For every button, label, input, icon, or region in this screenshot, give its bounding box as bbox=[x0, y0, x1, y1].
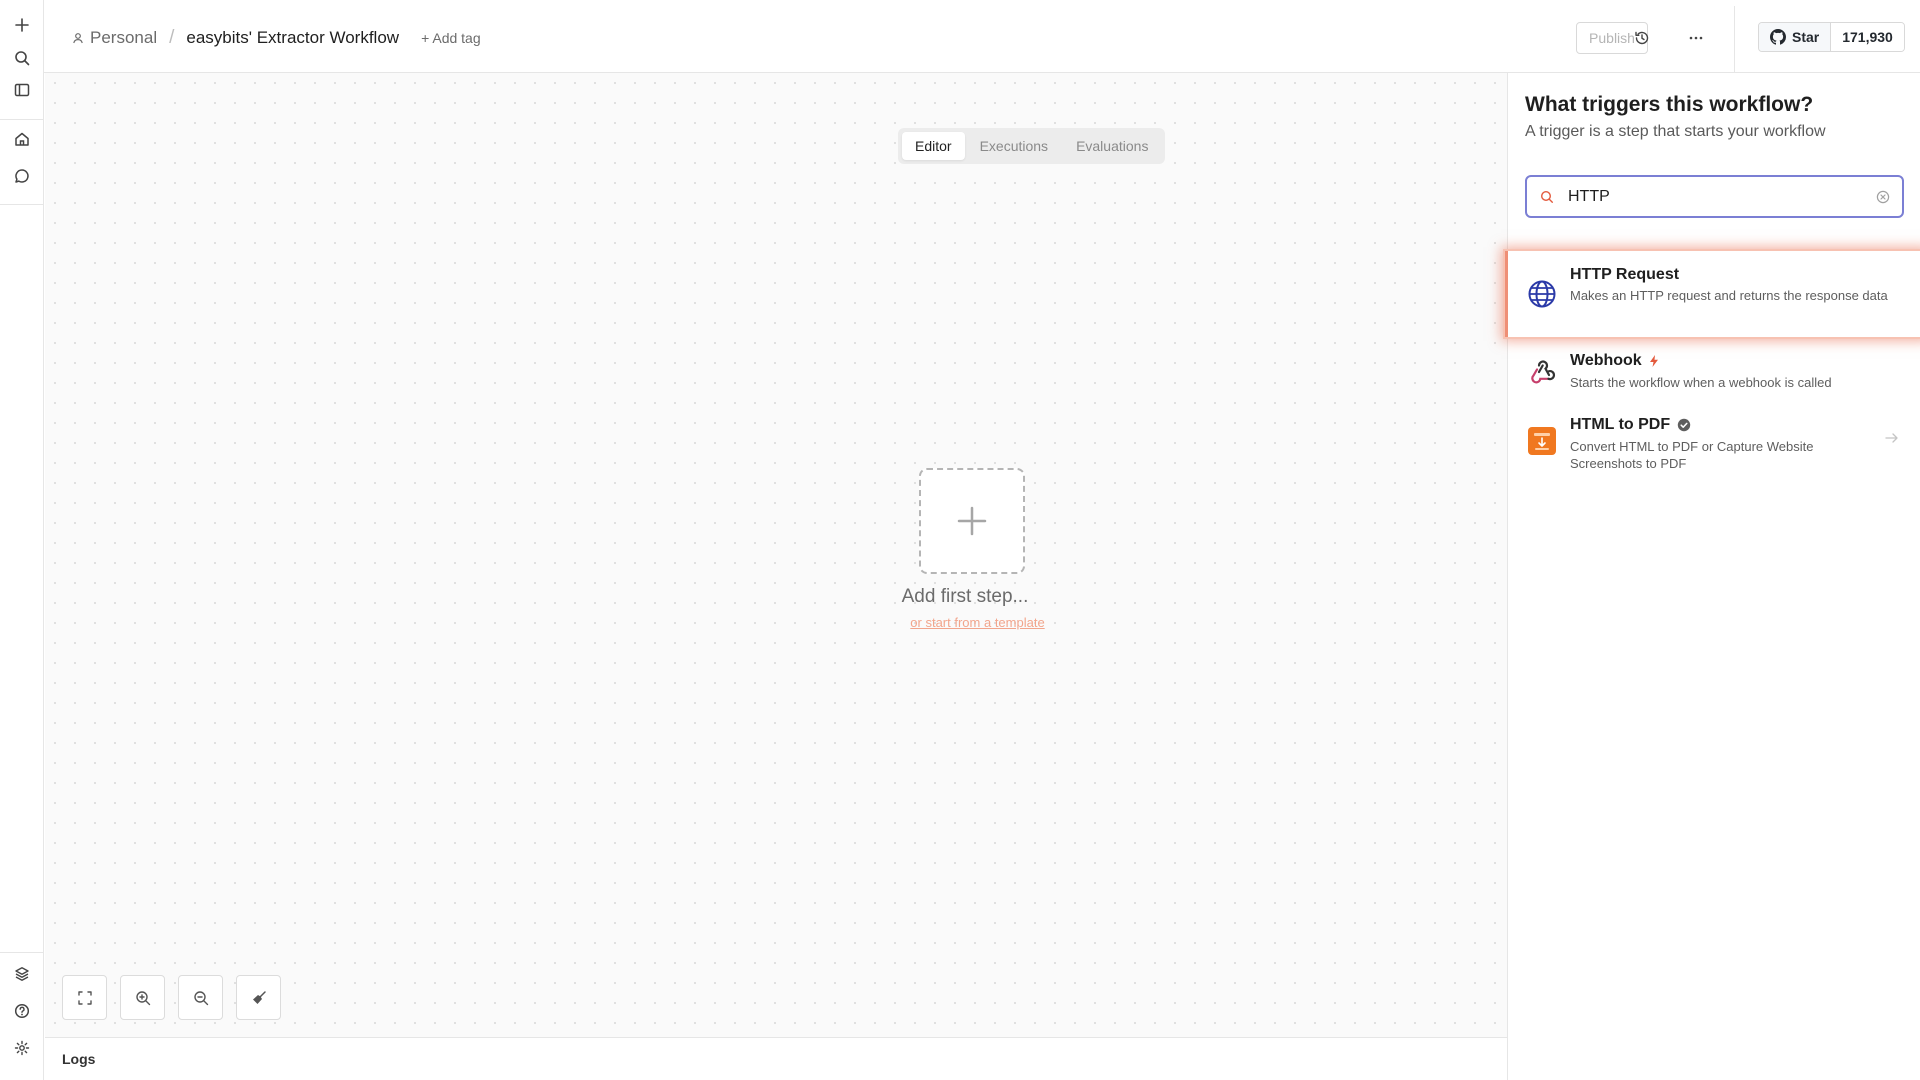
broom-icon bbox=[252, 990, 266, 1004]
node-creator-panel: What triggers this workflow? A trigger i… bbox=[1505, 73, 1920, 1080]
rail-divider bbox=[0, 119, 44, 120]
chat-icon[interactable] bbox=[10, 164, 34, 188]
breadcrumb-separator: / bbox=[169, 27, 175, 48]
tab-editor[interactable]: Editor bbox=[902, 132, 965, 160]
trigger-search-box bbox=[1525, 175, 1904, 218]
rail-divider bbox=[0, 204, 44, 205]
panel-subtitle: A trigger is a step that starts your wor… bbox=[1525, 123, 1826, 140]
history-icon[interactable] bbox=[1630, 26, 1654, 50]
result-http-request[interactable]: HTTP Request Makes an HTTP request and r… bbox=[1505, 251, 1920, 337]
logs-label: Logs bbox=[62, 1051, 96, 1067]
fit-view-button[interactable] bbox=[62, 975, 107, 1020]
clear-search-icon[interactable] bbox=[1876, 190, 1890, 204]
project-name: Personal bbox=[90, 28, 158, 47]
result-description: Convert HTML to PDF or Capture Website S… bbox=[1570, 439, 1814, 471]
plus-icon[interactable] bbox=[10, 13, 34, 37]
breadcrumb: Personal / easybits' Extractor Workflow … bbox=[72, 26, 481, 50]
fit-view-icon bbox=[77, 990, 92, 1005]
github-icon bbox=[1770, 29, 1786, 45]
zoom-out-icon bbox=[193, 990, 208, 1005]
verified-icon bbox=[1677, 418, 1691, 432]
globe-icon bbox=[1525, 277, 1559, 311]
templates-icon[interactable] bbox=[10, 962, 34, 986]
result-html-to-pdf[interactable]: HTML to PDF Convert HTML to PDF or Captu… bbox=[1508, 404, 1920, 488]
trigger-search-input[interactable] bbox=[1568, 187, 1876, 206]
result-description: Starts the workflow when a webhook is ca… bbox=[1570, 375, 1832, 390]
user-icon bbox=[73, 33, 83, 44]
result-title: Webhook bbox=[1570, 352, 1659, 370]
header-divider bbox=[1734, 6, 1735, 72]
zoom-in-icon bbox=[135, 990, 150, 1005]
tab-evaluations[interactable]: Evaluations bbox=[1063, 132, 1161, 160]
result-description: Makes an HTTP request and returns the re… bbox=[1570, 288, 1888, 303]
tab-executions[interactable]: Executions bbox=[967, 132, 1061, 160]
result-title-text: HTTP Request bbox=[1570, 266, 1680, 283]
search-icon[interactable] bbox=[10, 46, 34, 70]
workflow-canvas[interactable]: Editor Executions Evaluations Add first … bbox=[45, 73, 1507, 1037]
github-star-button[interactable]: Star bbox=[1759, 23, 1832, 51]
result-webhook[interactable]: Webhook Starts the workflow when a webho… bbox=[1508, 340, 1920, 404]
search-icon bbox=[1540, 190, 1554, 204]
project-link[interactable]: Personal bbox=[72, 28, 157, 48]
lightning-icon bbox=[1649, 355, 1658, 367]
add-first-step-label: Add first step... bbox=[901, 586, 1029, 607]
github-star-label: Star bbox=[1792, 29, 1820, 45]
home-icon[interactable] bbox=[10, 127, 34, 151]
result-title: HTML to PDF bbox=[1570, 416, 1691, 434]
result-title-text: HTML to PDF bbox=[1570, 416, 1671, 433]
add-tag-button[interactable]: + Add tag bbox=[421, 30, 481, 46]
top-header: Personal / easybits' Extractor Workflow … bbox=[44, 0, 1920, 73]
webhook-icon bbox=[1525, 353, 1559, 387]
view-tabs: Editor Executions Evaluations bbox=[898, 128, 1166, 164]
rail-divider bbox=[0, 952, 44, 953]
settings-icon[interactable] bbox=[10, 1036, 34, 1060]
sidebar-toggle-icon[interactable] bbox=[10, 78, 34, 102]
workflow-name[interactable]: easybits' Extractor Workflow bbox=[186, 28, 399, 48]
plus-icon bbox=[957, 506, 987, 536]
zoom-out-button[interactable] bbox=[178, 975, 223, 1020]
add-first-step-button[interactable] bbox=[919, 468, 1025, 574]
result-title-text: Webhook bbox=[1570, 352, 1642, 369]
github-star-widget[interactable]: Star 171,930 bbox=[1758, 22, 1905, 52]
html-to-pdf-icon bbox=[1525, 424, 1559, 458]
left-sidebar-rail bbox=[0, 0, 44, 1080]
start-from-template-link[interactable]: or start from a template bbox=[845, 615, 1110, 630]
zoom-in-button[interactable] bbox=[120, 975, 165, 1020]
github-star-count: 171,930 bbox=[1831, 23, 1904, 51]
result-title: HTTP Request bbox=[1570, 266, 1679, 284]
more-icon[interactable] bbox=[1684, 26, 1708, 50]
logs-bar[interactable]: Logs bbox=[45, 1037, 1507, 1080]
canvas-toolbar bbox=[62, 975, 281, 1020]
tidy-up-button[interactable] bbox=[236, 975, 281, 1020]
panel-title: What triggers this workflow? bbox=[1525, 93, 1814, 116]
help-icon[interactable] bbox=[10, 999, 34, 1023]
arrow-right-icon bbox=[1885, 431, 1899, 449]
